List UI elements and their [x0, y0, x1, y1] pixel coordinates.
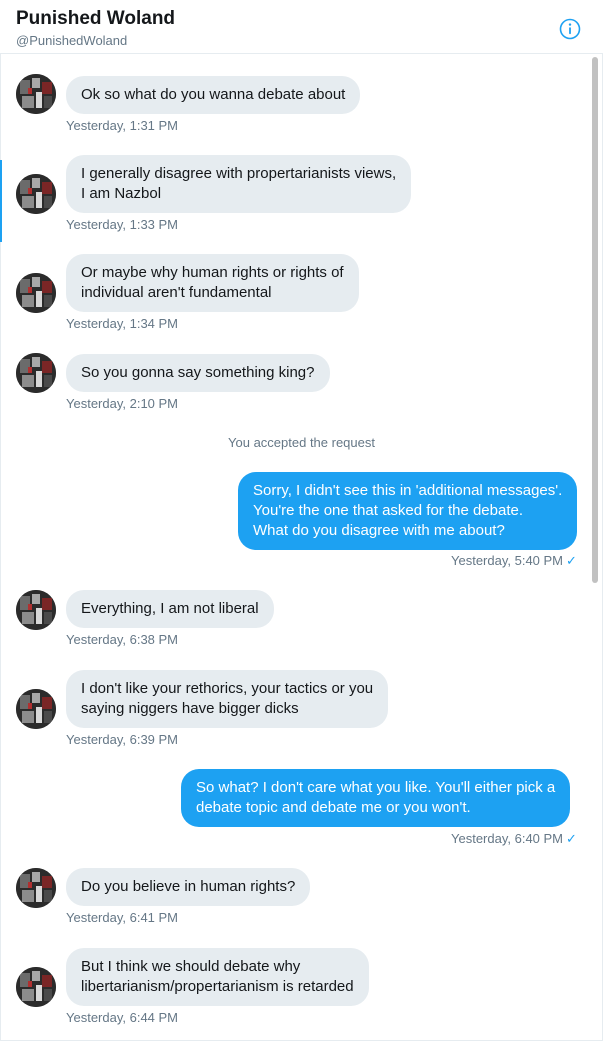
- message-bubble-sent[interactable]: So what? I don't care what you like. You…: [181, 769, 571, 827]
- read-check-icon: ✓: [566, 553, 577, 568]
- message-timestamp: Yesterday, 1:33 PM: [66, 217, 179, 232]
- message-bubble[interactable]: Ok so what do you wanna debate about: [66, 76, 361, 114]
- message-text: libertarianism/propertarianism is retard…: [81, 978, 354, 995]
- avatar[interactable]: [16, 967, 56, 1007]
- avatar[interactable]: [16, 353, 56, 393]
- message-bubble[interactable]: Do you believe in human rights?: [66, 868, 311, 906]
- message-bubble-sent[interactable]: Sorry, I didn't see this in 'additional …: [238, 472, 578, 550]
- message-text: So you gonna say something king?: [81, 364, 315, 381]
- message-text: Do you believe in human rights?: [81, 878, 296, 895]
- message-text: saying niggers have bigger dicks: [81, 700, 299, 717]
- avatar[interactable]: [16, 868, 56, 908]
- message-text: Sorry, I didn't see this in 'additional …: [253, 482, 563, 499]
- avatar[interactable]: [16, 590, 56, 630]
- message-text: individual aren't fundamental: [81, 284, 272, 301]
- avatar[interactable]: [16, 273, 56, 313]
- timestamp-text: Yesterday, 5:40 PM: [451, 553, 564, 568]
- read-check-icon: ✓: [566, 831, 577, 846]
- message-bubble[interactable]: But I think we should debate why libertar…: [66, 948, 369, 1006]
- contact-name[interactable]: Punished Woland: [16, 8, 175, 30]
- avatar-image: [16, 689, 56, 729]
- avatar-image: [16, 868, 56, 908]
- scrollbar-thumb[interactable]: [592, 57, 598, 583]
- message-timestamp: Yesterday, 5:40 PM ✓: [451, 553, 577, 569]
- message-text: But I think we should debate why: [81, 958, 301, 975]
- avatar-image: [16, 174, 56, 214]
- avatar-image: [16, 967, 56, 1007]
- conversation-header: Punished Woland @PunishedWoland: [0, 0, 603, 54]
- timestamp-text: Yesterday, 6:40 PM: [451, 831, 564, 846]
- message-bubble[interactable]: Everything, I am not liberal: [66, 590, 274, 628]
- message-text: debate topic and debate me or you won't.: [196, 799, 471, 816]
- contact-handle: @PunishedWoland: [16, 33, 128, 48]
- info-icon: [559, 18, 581, 40]
- message-text: I generally disagree with propertarianis…: [81, 165, 397, 182]
- message-text: You're the one that asked for the debate…: [253, 502, 524, 519]
- message-bubble[interactable]: Or maybe why human rights or rights of in…: [66, 254, 359, 312]
- avatar-image: [16, 353, 56, 393]
- focus-indicator: [0, 160, 2, 242]
- message-text: Everything, I am not liberal: [81, 600, 259, 617]
- message-timestamp: Yesterday, 6:40 PM ✓: [451, 831, 577, 847]
- message-timestamp: Yesterday, 6:41 PM: [66, 910, 179, 925]
- message-bubble[interactable]: I don't like your rethorics, your tactic…: [66, 670, 389, 728]
- message-timestamp: Yesterday, 6:44 PM: [66, 1010, 179, 1025]
- message-bubble[interactable]: So you gonna say something king?: [66, 354, 330, 392]
- message-bubble[interactable]: I generally disagree with propertarianis…: [66, 155, 412, 213]
- info-button[interactable]: [559, 18, 581, 40]
- avatar-image: [16, 590, 56, 630]
- avatar-image: [16, 273, 56, 313]
- avatar[interactable]: [16, 74, 56, 114]
- system-notice: You accepted the request: [228, 435, 375, 450]
- message-timestamp: Yesterday, 1:34 PM: [66, 316, 179, 331]
- avatar[interactable]: [16, 689, 56, 729]
- message-text: So what? I don't care what you like. You…: [196, 779, 556, 796]
- avatar-image: [16, 74, 56, 114]
- message-text: I don't like your rethorics, your tactic…: [81, 680, 374, 697]
- message-text: Ok so what do you wanna debate about: [81, 86, 346, 103]
- message-text: I am Nazbol: [81, 185, 162, 202]
- message-timestamp: Yesterday, 2:10 PM: [66, 396, 179, 411]
- message-text: Or maybe why human rights or rights of: [81, 264, 344, 281]
- message-text: What do you disagree with me about?: [253, 522, 505, 539]
- message-timestamp: Yesterday, 1:31 PM: [66, 118, 179, 133]
- message-timestamp: Yesterday, 6:38 PM: [66, 632, 179, 647]
- avatar[interactable]: [16, 174, 56, 214]
- message-timestamp: Yesterday, 6:39 PM: [66, 732, 179, 747]
